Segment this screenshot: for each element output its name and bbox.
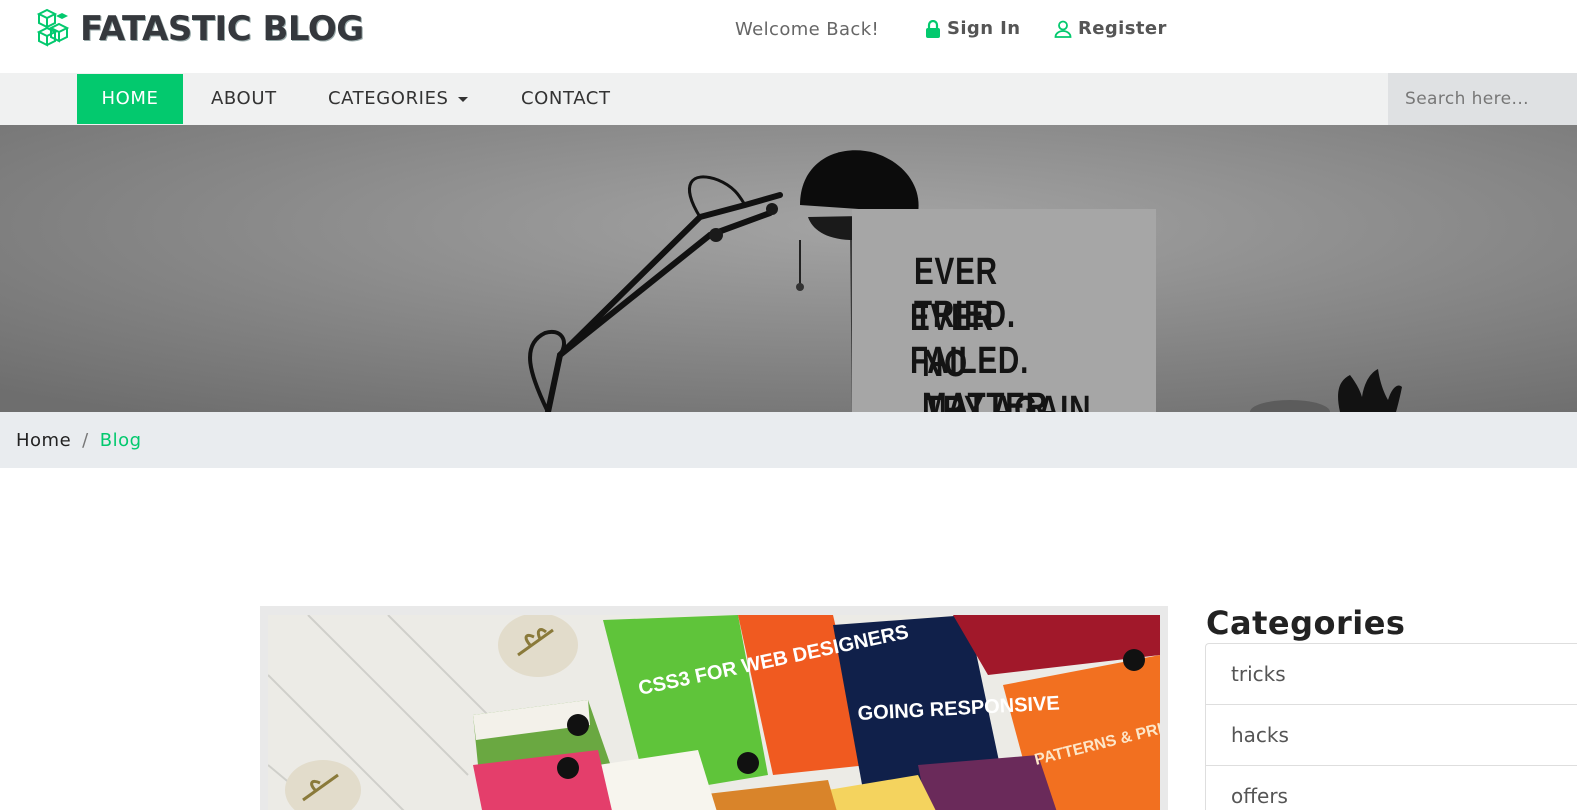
- nav-contact[interactable]: CONTACT: [521, 74, 611, 124]
- welcome-text: Welcome Back!: [735, 19, 880, 40]
- caret-down-icon: [457, 96, 468, 102]
- register-label: Register: [1078, 18, 1167, 39]
- breadcrumb-separator: /: [82, 429, 89, 451]
- user-icon: [1054, 20, 1072, 38]
- nav-categories-label: CATEGORIES: [328, 88, 449, 109]
- desk-lamp-image: [0, 125, 1577, 412]
- category-item-offers[interactable]: offers: [1205, 765, 1577, 810]
- poster-line: TRY AGAIN.: [924, 389, 1101, 412]
- motivational-poster: EVER TRIED. EVER FAILED. NO MATTER. TRY …: [852, 209, 1156, 412]
- brand-link[interactable]: FATASTIC BLOG: [36, 8, 364, 50]
- sign-in-link[interactable]: Sign In: [925, 18, 1020, 39]
- category-item-hacks[interactable]: hacks: [1205, 704, 1577, 765]
- post-card: CSS3 FOR WEB DESIGNERS GOING RESPONSIVE …: [260, 606, 1168, 810]
- register-link[interactable]: Register: [1054, 18, 1167, 39]
- brand-name: FATASTIC BLOG: [80, 9, 364, 49]
- breadcrumb: Home / Blog: [0, 412, 1577, 468]
- main-nav: HOME ABOUT CATEGORIES CONTACT: [0, 73, 1577, 125]
- breadcrumb-home[interactable]: Home: [16, 430, 71, 451]
- books-image: CSS3 FOR WEB DESIGNERS GOING RESPONSIVE …: [268, 615, 1160, 810]
- search-input[interactable]: [1388, 73, 1577, 125]
- category-item-tricks[interactable]: tricks: [1205, 643, 1577, 704]
- category-list: tricks hacks offers: [1205, 643, 1577, 810]
- lock-icon: [926, 19, 940, 38]
- post-thumbnail[interactable]: CSS3 FOR WEB DESIGNERS GOING RESPONSIVE …: [268, 615, 1160, 810]
- site-header: FATASTIC BLOG Welcome Back! Sign In Regi…: [0, 0, 1577, 73]
- sign-in-label: Sign In: [947, 18, 1021, 39]
- cubes-logo-icon: [36, 8, 70, 47]
- nav-about[interactable]: ABOUT: [211, 74, 277, 124]
- nav-home[interactable]: HOME: [77, 74, 183, 124]
- nav-categories-dropdown[interactable]: CATEGORIES: [328, 74, 468, 124]
- hero-banner: EVER TRIED. EVER FAILED. NO MATTER. TRY …: [0, 125, 1577, 412]
- breadcrumb-current: Blog: [99, 429, 142, 451]
- sidebar-title: Categories: [1206, 604, 1406, 642]
